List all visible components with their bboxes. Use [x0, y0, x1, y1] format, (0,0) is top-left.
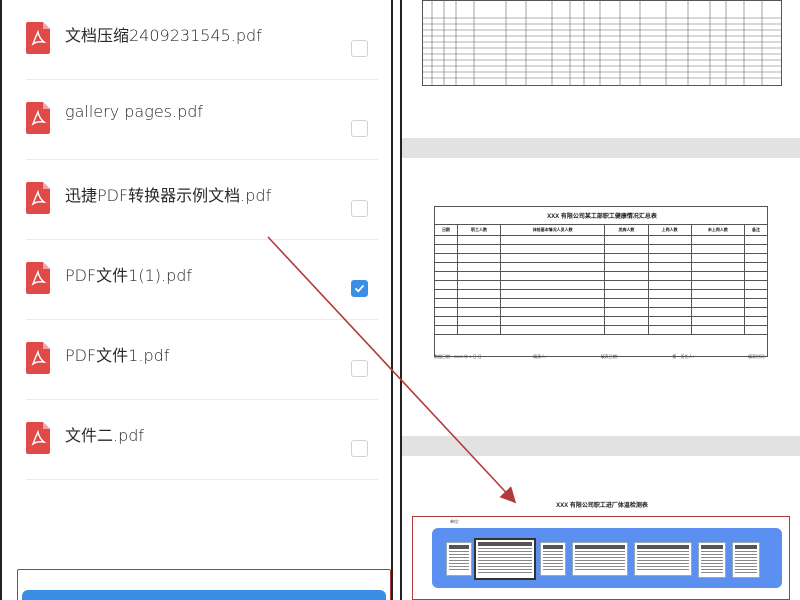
file-checkbox[interactable] — [351, 440, 368, 457]
preview-page-table-top — [422, 0, 782, 86]
file-name: gallery pages.pdf — [65, 102, 204, 121]
file-list-panel: 文档压缩2409231545.pdf gallery pages.pdf 迅捷P… — [0, 0, 393, 600]
file-name: 文档压缩2409231545.pdf — [65, 26, 262, 45]
file-list-item[interactable]: PDF文件1.pdf — [26, 320, 378, 400]
pdf-file-icon — [26, 262, 50, 294]
footer-text: 第一责任人： — [672, 354, 697, 359]
confirm-button[interactable] — [22, 590, 386, 600]
column-header: 发病人数 — [604, 224, 649, 236]
page-separator — [402, 138, 800, 158]
file-list-item[interactable]: PDF文件1(1).pdf — [26, 240, 378, 320]
pdf-file-icon — [26, 422, 50, 454]
footer-text: 填表人： — [533, 354, 550, 359]
column-header: 未上岗人数 — [690, 224, 746, 236]
file-checkbox[interactable] — [351, 120, 368, 137]
file-checkbox[interactable] — [351, 360, 368, 377]
preview-table-footer: 数据日期：2009 年 1 日 日 填表人： 填表日期： 第一责任人： 填表时间… — [434, 354, 768, 360]
file-list-item[interactable]: 文档压缩2409231545.pdf — [26, 0, 378, 80]
file-name: 文件二.pdf — [65, 426, 145, 445]
pdf-file-icon — [26, 102, 50, 134]
column-header: 职工人数 — [456, 224, 502, 236]
page-thumbnail[interactable] — [634, 542, 692, 576]
page-separator — [402, 436, 800, 456]
file-name: PDF文件1.pdf — [65, 346, 170, 365]
checkmark-icon — [354, 284, 365, 293]
file-checkbox[interactable] — [351, 40, 368, 57]
page-thumbnail-strip[interactable] — [432, 528, 782, 588]
column-header: 日期 — [434, 224, 458, 236]
column-header: 体检基本情况人员人数 — [500, 224, 606, 236]
page-thumbnail[interactable] — [732, 542, 760, 578]
file-list-item[interactable]: 文件二.pdf — [26, 400, 378, 480]
page-thumbnail[interactable] — [698, 542, 726, 578]
page-thumbnail[interactable] — [540, 542, 566, 576]
preview-page-title: XXX 有限公司职工进厂体温检测表 — [556, 503, 648, 509]
column-header: 上岗人数 — [647, 224, 692, 236]
file-list-item[interactable]: gallery pages.pdf — [26, 80, 378, 160]
page-thumbnail[interactable] — [572, 542, 628, 576]
page-thumbnail-selected[interactable] — [474, 538, 536, 580]
footer-text: 数据日期：2009 年 1 日 日 — [434, 354, 482, 359]
footer-text: 填表时间： — [747, 354, 768, 359]
file-checkbox[interactable] — [351, 200, 368, 217]
file-checkbox-checked[interactable] — [351, 280, 368, 297]
pdf-file-icon — [26, 182, 50, 214]
pdf-file-icon — [26, 22, 50, 54]
file-list-item[interactable]: 迅捷PDF转换器示例文档.pdf — [26, 160, 378, 240]
page-thumbnail[interactable] — [446, 542, 472, 576]
column-header: 备注 — [744, 224, 768, 236]
document-preview-panel: XXX 有限公司某工部职工健康情况汇总表 日期 职工人数 体检基本情况人员人数 … — [400, 0, 800, 600]
file-name: 迅捷PDF转换器示例文档.pdf — [65, 186, 272, 205]
file-name: PDF文件1(1).pdf — [65, 266, 193, 285]
footer-text: 填表日期： — [600, 354, 621, 359]
preview-table: 日期 职工人数 体检基本情况人员人数 发病人数 上岗人数 未上岗人数 备注 — [434, 206, 768, 357]
pdf-file-icon — [26, 342, 50, 374]
